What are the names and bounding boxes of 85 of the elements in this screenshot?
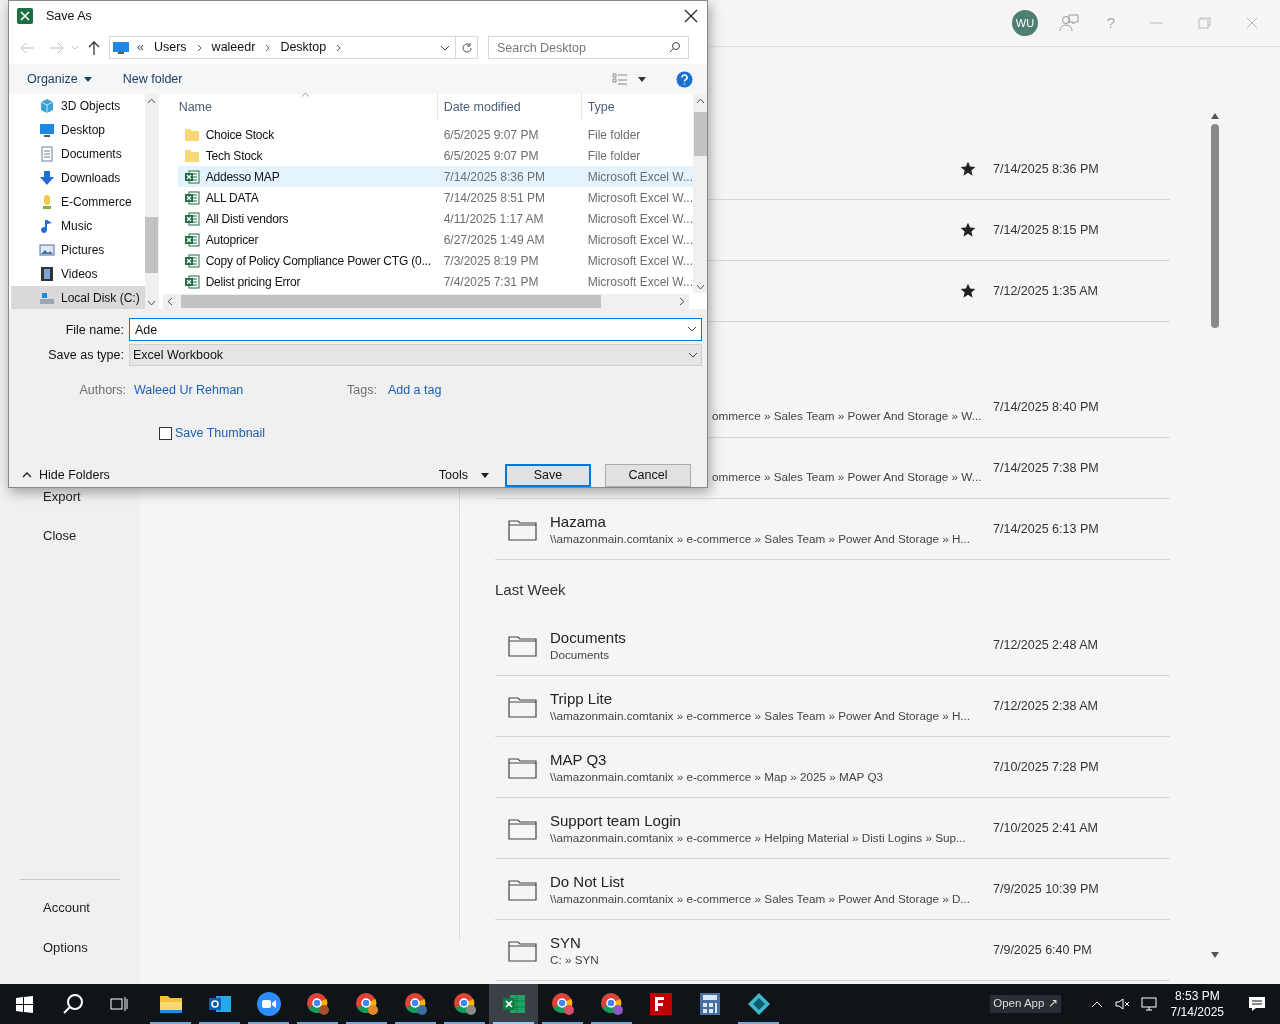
nav-item[interactable]: E-Commerce: [11, 190, 145, 215]
folder-path: \\amazonmain.comtanix » e-commerce » Sales Team » Power And Storage » H...: [550, 707, 971, 724]
recent-folder-row[interactable]: Support team Login \\amazonmain.comtanix » e-commerce » Helping Material » Disti Logins » Sup... 7/10/2025 2:41 AM: [495, 798, 1170, 859]
modified-date: 7/12/2025 2:48 AM: [993, 636, 1098, 654]
hide-folders-button[interactable]: Hide Folders: [22, 466, 110, 485]
tags-link[interactable]: Add a tag: [387, 381, 442, 401]
recent-folder-row[interactable]: Hazama \\amazonmain.comtanix » e-commerce » Sales Team » Power And Storage » H... 7/14/2025 6:13 PM: [495, 499, 1170, 560]
recent-folder-row[interactable]: SYN C: » SYN 7/9/2025 6:40 PM: [495, 920, 1170, 981]
modified-date: 7/14/2025 7:38 PM: [993, 459, 1099, 477]
folder-path: \\amazonmain.comtanix » e-commerce » Map » 2025 » MAP Q3: [550, 768, 884, 785]
modified-date: 7/9/2025 6:40 PM: [993, 941, 1092, 959]
folder-path: ommerce » Sales Team » Power And Storage » W...: [712, 408, 982, 424]
sidebar-item[interactable]: Export: [0, 487, 140, 507]
field-label: File name:: [64, 321, 125, 339]
field-label: Authors:: [78, 382, 127, 400]
breadcrumb[interactable]: Desktop: [280, 38, 327, 58]
nav-item[interactable]: Documents: [11, 142, 145, 167]
field-label: Save as type:: [47, 347, 125, 365]
sidebar-item[interactable]: Options: [0, 938, 140, 958]
file-row[interactable]: Choice Stock 6/5/2025 9:07 PM File folder: [177, 124, 693, 146]
folder-name: SYN: [550, 932, 581, 952]
modified-date: 7/9/2025 10:39 PM: [993, 880, 1099, 898]
nav-item[interactable]: Downloads: [11, 166, 145, 191]
modified-date: 7/14/2025 8:36 PM: [993, 160, 1099, 178]
folder-name: Support team Login: [550, 810, 681, 830]
folder-name: MAP Q3: [550, 749, 607, 769]
sidebar-item[interactable]: Account: [0, 898, 140, 918]
recent-folder-row[interactable]: Do Not List \\amazonmain.comtanix » e-commerce » Sales Team » Power And Storage » D... 7/9/2025 10:39 PM: [495, 859, 1170, 920]
file-row[interactable]: Addesso MAP 7/14/2025 8:36 PM Microsoft Excel W...: [177, 166, 693, 188]
address-bar[interactable]: « Users waleedr Desktop: [109, 36, 456, 60]
authors-link[interactable]: Waleed Ur Rehman: [134, 381, 347, 401]
column-header[interactable]: Name: [162, 94, 437, 120]
modified-date: 7/12/2025 2:38 AM: [993, 697, 1098, 715]
file-row[interactable]: Tech Stock 6/5/2025 9:07 PM File folder: [177, 145, 693, 167]
folder-path: \\amazonmain.comtanix » e-commerce » Helping Material » Disti Logins » Sup...: [550, 829, 966, 846]
checkbox-label[interactable]: Save Thumbnail: [175, 424, 266, 443]
nav-item[interactable]: Videos: [11, 262, 145, 287]
save-type-dropdown[interactable]: Excel Workbook: [129, 344, 702, 367]
clock-time[interactable]: 8:53 PM: [1174, 988, 1220, 1004]
modified-date: 7/12/2025 1:35 AM: [993, 282, 1098, 300]
organize-button[interactable]: Organize: [27, 70, 92, 89]
nav-item[interactable]: Pictures: [11, 238, 145, 263]
clock-date[interactable]: 7/14/2025: [1170, 1004, 1224, 1020]
column-header[interactable]: Date modified: [436, 94, 581, 120]
folder-path: \\amazonmain.comtanix » e-commerce » Sales Team » Power And Storage » H...: [550, 530, 971, 547]
path-overflow: «: [137, 39, 144, 57]
folder-name: Do Not List: [550, 871, 625, 891]
modified-date: 7/10/2025 7:28 PM: [993, 758, 1099, 776]
recent-folder-row[interactable]: Tripp Lite \\amazonmain.comtanix » e-commerce » Sales Team » Power And Storage » H... 7/12/2025 2:38 AM: [495, 676, 1170, 737]
breadcrumb[interactable]: waleedr: [211, 38, 256, 58]
file-row[interactable]: Delist pricing Error 7/4/2025 7:31 PM Microsoft Excel W...: [177, 271, 693, 293]
file-row[interactable]: All Disti vendors 4/11/2025 1:17 AM Microsoft Excel W...: [177, 208, 693, 230]
field-label: Tags:: [347, 382, 377, 400]
folder-name: Documents: [550, 627, 626, 647]
window-title: Save As: [46, 7, 92, 25]
folder-path: Documents: [550, 646, 610, 663]
folder-name: Hazama: [550, 511, 606, 531]
recent-folder-row[interactable]: MAP Q3 \\amazonmain.comtanix » e-commerce » Map » 2025 » MAP Q3 7/10/2025 7:28 PM: [495, 737, 1170, 798]
modified-date: 7/14/2025 6:13 PM: [993, 520, 1099, 538]
folder-path: \\amazonmain.comtanix » e-commerce » Sales Team » Power And Storage » D...: [550, 890, 971, 907]
sidebar-item[interactable]: Close: [0, 526, 140, 546]
cancel-button[interactable]: Cancel: [605, 464, 691, 487]
group-heading: Last Week: [495, 579, 566, 600]
nav-item[interactable]: Local Disk (C:): [11, 286, 145, 310]
file-row[interactable]: Copy of Policy Compliance Power CTG (0... 7/3/2025 8:19 PM Microsoft Excel W...: [177, 250, 693, 272]
tools-button[interactable]: Tools: [438, 466, 489, 485]
search-field[interactable]: Search Desktop: [488, 36, 689, 60]
modified-date: 7/14/2025 8:15 PM: [993, 221, 1099, 239]
folder-path: ommerce » Sales Team » Power And Storage » W...: [712, 469, 982, 485]
file-row[interactable]: Autopricer 6/27/2025 1:49 AM Microsoft Excel W...: [177, 229, 693, 251]
folder-path: C: » SYN: [550, 951, 599, 968]
breadcrumb[interactable]: Users: [153, 38, 187, 58]
modified-date: 7/10/2025 2:41 AM: [993, 819, 1098, 837]
user-avatar[interactable]: WU: [1012, 10, 1038, 36]
open-app-label[interactable]: Open App ↗: [990, 995, 1061, 1013]
nav-item[interactable]: Desktop: [11, 118, 145, 143]
save-button[interactable]: Save: [505, 464, 591, 487]
folder-name: Tripp Lite: [550, 688, 612, 708]
file-name-field[interactable]: Ade: [129, 318, 702, 342]
nav-item[interactable]: 3D Objects: [11, 94, 145, 119]
recent-folder-row[interactable]: Documents Documents 7/12/2025 2:48 AM: [495, 615, 1170, 676]
nav-item[interactable]: Music: [11, 214, 145, 239]
modified-date: 7/14/2025 8:40 PM: [993, 398, 1099, 416]
file-row[interactable]: ALL DATA 7/14/2025 8:51 PM Microsoft Excel W...: [177, 187, 693, 209]
new-folder-button[interactable]: New folder: [122, 70, 183, 89]
